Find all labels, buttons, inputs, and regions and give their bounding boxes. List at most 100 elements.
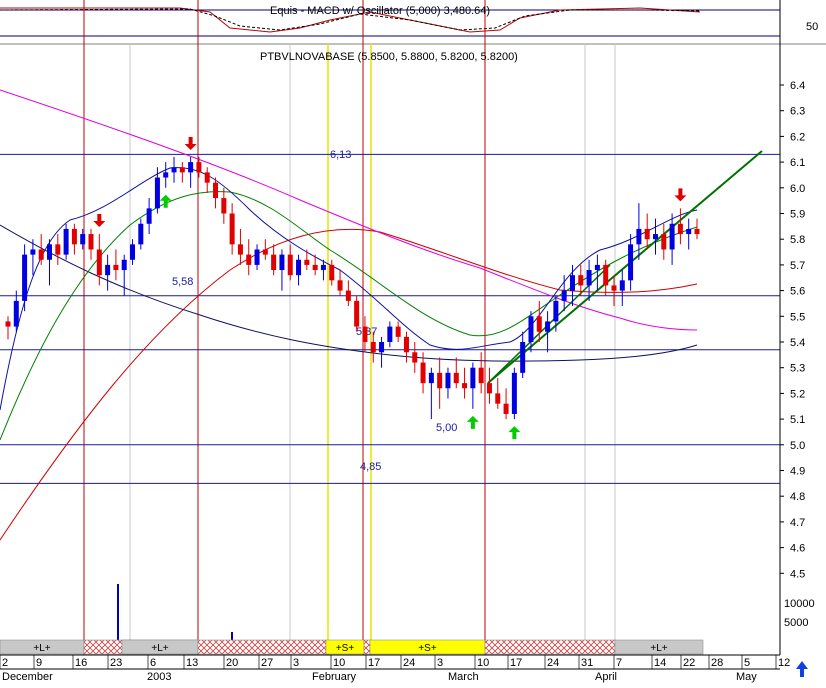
x-axis-day-label: 3 — [293, 657, 299, 669]
candle-body — [246, 254, 252, 265]
x-axis-day-label: 9 — [36, 657, 42, 669]
up-arrow-icon[interactable] — [793, 660, 811, 678]
x-axis-day-label: 17 — [510, 657, 522, 669]
x-axis-day-label: 16 — [75, 657, 87, 669]
signal-band-label: +L+ — [33, 643, 50, 654]
candle-body — [229, 213, 235, 245]
y-axis-tick-label: 4.7 — [790, 517, 805, 529]
volume-axis-tick-label: 5000 — [784, 617, 808, 629]
candle-body — [561, 290, 567, 301]
candle-body — [387, 326, 393, 342]
candle-body — [470, 367, 476, 389]
candle-body — [495, 393, 501, 404]
x-axis-day-label: 24 — [403, 657, 415, 669]
x-axis-day-label: 23 — [110, 657, 122, 669]
stock-chart: 6,135,585,375,004,85 +L++L++S++S++L+ 6.4… — [0, 0, 826, 683]
candle-body — [636, 228, 642, 245]
candle-body — [345, 290, 351, 301]
candle-body — [379, 342, 385, 353]
y-axis-tick-label: 5.3 — [790, 363, 805, 375]
y-axis-tick-label: 6.1 — [790, 157, 805, 169]
horizontal-level-label: 5,00 — [436, 422, 457, 434]
candle-body — [586, 270, 592, 286]
candle-body — [304, 259, 310, 265]
y-axis-tick-label: 5.7 — [790, 260, 805, 272]
candle-body — [362, 326, 368, 342]
x-axis-day-label: 14 — [654, 657, 666, 669]
signal-band-segment — [484, 639, 616, 655]
candle-body — [553, 300, 559, 322]
signal-band-label: +L+ — [151, 643, 168, 654]
candle-body — [22, 254, 28, 301]
candle-body — [370, 342, 376, 353]
candle-body — [445, 372, 451, 389]
candle-body — [329, 264, 335, 281]
candle-body — [262, 249, 268, 255]
candle-body — [80, 234, 86, 245]
x-axis-day-label: 22 — [683, 657, 695, 669]
candle-body — [412, 352, 418, 363]
candle-body — [603, 264, 609, 286]
signal-band-label: +S+ — [418, 643, 437, 654]
volume-axis-tick-label: 10000 — [784, 598, 815, 610]
horizontal-level-label: 4,85 — [360, 461, 381, 473]
candle-body — [113, 264, 119, 271]
candle-body — [403, 336, 409, 353]
y-axis-tick-label: 5.6 — [790, 286, 805, 298]
candle-body — [536, 316, 542, 332]
candle-body — [420, 362, 426, 384]
x-axis-day-label: 17 — [368, 657, 380, 669]
candle-body — [154, 177, 160, 209]
candle-body — [96, 249, 102, 276]
candle-body — [146, 208, 152, 224]
candle-body — [511, 372, 517, 414]
candle-body — [594, 264, 600, 271]
indicator-level-label: 50 — [806, 21, 818, 33]
candle-body — [528, 316, 534, 342]
y-axis-tick-label: 5.9 — [790, 209, 805, 221]
candle-body — [619, 280, 625, 291]
candle-body — [462, 383, 468, 389]
candle-body — [644, 228, 650, 240]
candle-body — [686, 228, 692, 235]
candle-body — [30, 249, 36, 255]
candle-body — [652, 234, 658, 240]
candle-body — [138, 223, 144, 245]
signal-band-label: +S+ — [336, 643, 355, 654]
candle-body — [486, 383, 492, 394]
y-axis-tick-label: 6.3 — [790, 106, 805, 118]
candle-body — [163, 172, 169, 178]
candle-body — [196, 162, 202, 173]
candle-body — [105, 264, 111, 276]
candle-body — [237, 244, 243, 255]
x-axis-month-label: May — [736, 671, 757, 683]
candle-body — [520, 342, 526, 373]
x-axis-day-label: 7 — [616, 657, 622, 669]
x-axis-day-label: 6 — [150, 657, 156, 669]
x-axis-month-label: April — [595, 671, 617, 683]
candle-body — [179, 167, 185, 173]
candle-body — [88, 234, 94, 250]
y-axis-tick-label: 5.5 — [790, 311, 805, 323]
candle-body — [661, 234, 667, 250]
candle-body — [47, 244, 53, 260]
x-axis-day-label: 28 — [711, 657, 723, 669]
x-axis-day-label: 5 — [744, 657, 750, 669]
candle-body — [677, 223, 683, 235]
candle-body — [569, 275, 575, 291]
candle-body — [545, 321, 551, 332]
x-axis-day-label: 2 — [2, 657, 8, 669]
x-axis-day-label: 27 — [261, 657, 273, 669]
candle-body — [71, 228, 77, 245]
candle-body — [188, 162, 194, 173]
x-axis-month-label: February — [312, 671, 357, 683]
horizontal-level-label: 6,13 — [330, 149, 351, 161]
candle-body — [130, 244, 136, 260]
candle-body — [628, 244, 634, 281]
y-axis-tick-label: 4.5 — [790, 568, 805, 580]
candle-body — [478, 367, 484, 384]
candle-body — [171, 167, 177, 173]
x-axis-day-label: 12 — [778, 657, 790, 669]
y-axis-tick-label: 5.8 — [790, 234, 805, 246]
x-axis-day-label: 20 — [226, 657, 238, 669]
